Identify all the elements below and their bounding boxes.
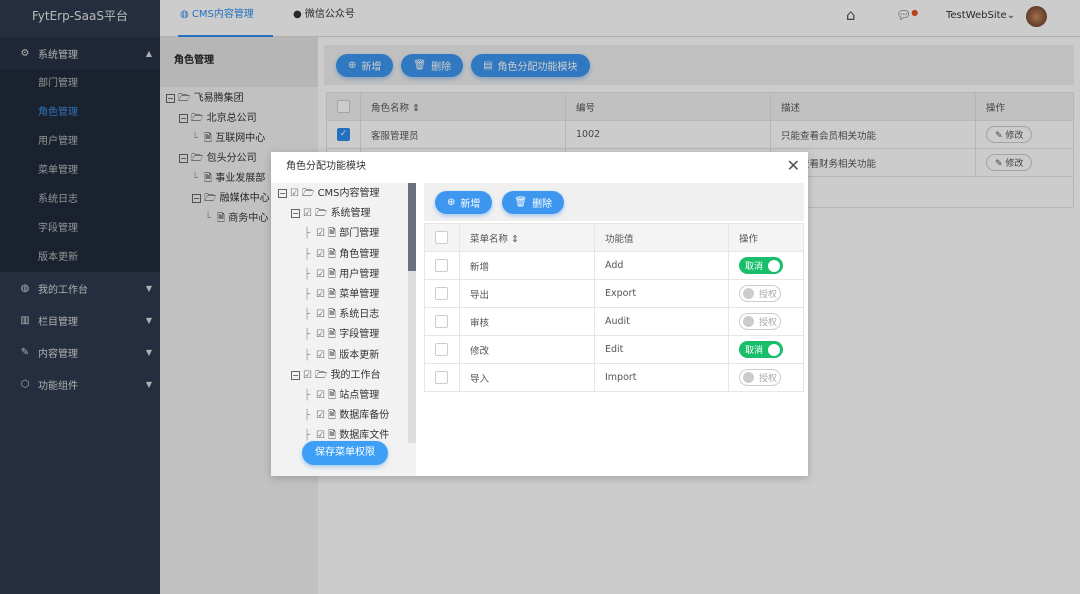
save-permissions-button[interactable]: 保存菜单权限 bbox=[302, 441, 388, 465]
folder-icon: 🗁︎ bbox=[302, 188, 314, 199]
scrollbar-thumb[interactable] bbox=[408, 183, 416, 271]
permission-toggle[interactable]: 取消 bbox=[739, 257, 783, 274]
tree-node[interactable]: ├☑🗎︎ 数据库备份 bbox=[278, 406, 416, 426]
file-icon: 🗎︎ bbox=[328, 410, 336, 421]
file-icon: 🗎︎ bbox=[328, 329, 336, 340]
permission-toggle[interactable]: 授权 bbox=[739, 369, 781, 386]
add-function-button[interactable]: ⊕新增 bbox=[435, 191, 492, 214]
assign-modules-modal: 角色分配功能模块 ✕ −☑🗁︎ CMS内容管理−☑🗁︎ 系统管理├☑🗎︎ 部门管… bbox=[271, 152, 808, 476]
checkbox-checked-icon[interactable]: ☑ bbox=[303, 370, 312, 381]
tree-node[interactable]: −☑🗁︎ 系统管理 bbox=[278, 204, 416, 224]
checkbox-checked-icon[interactable]: ☑ bbox=[316, 350, 325, 361]
checkbox-checked-icon[interactable]: ☑ bbox=[316, 410, 325, 421]
collapse-icon[interactable]: − bbox=[278, 189, 287, 198]
tree-node[interactable]: ├☑🗎︎ 部门管理 bbox=[278, 224, 416, 244]
tree-node[interactable]: −☑🗁︎ 我的工作台 bbox=[278, 366, 416, 386]
tree-node[interactable]: ├☑🗎︎ 系统日志 bbox=[278, 305, 416, 325]
file-icon: 🗎︎ bbox=[328, 390, 336, 401]
table-row[interactable]: 修改Edit取消 bbox=[425, 336, 804, 364]
checkbox-checked-icon[interactable]: ☑ bbox=[303, 208, 312, 219]
delete-function-button[interactable]: 🗑︎删除 bbox=[502, 191, 564, 214]
tree-node[interactable]: ├☑🗎︎ 用户管理 bbox=[278, 265, 416, 285]
checkbox-checked-icon[interactable]: ☑ bbox=[316, 390, 325, 401]
column-header[interactable]: 菜单名称 ⇕ bbox=[460, 224, 595, 252]
tree-node[interactable]: −☑🗁︎ CMS内容管理 bbox=[278, 184, 416, 204]
column-header: 操作 bbox=[729, 224, 804, 252]
row-checkbox[interactable] bbox=[435, 343, 448, 356]
sort-icon: ⇕ bbox=[511, 234, 519, 245]
file-icon: 🗎︎ bbox=[328, 289, 336, 300]
checkbox-checked-icon[interactable]: ☑ bbox=[316, 309, 325, 320]
folder-icon: 🗁︎ bbox=[315, 370, 327, 381]
menu-tree: −☑🗁︎ CMS内容管理−☑🗁︎ 系统管理├☑🗎︎ 部门管理├☑🗎︎ 角色管理├… bbox=[271, 183, 416, 476]
tree-node[interactable]: ├☑🗎︎ 字段管理 bbox=[278, 325, 416, 345]
checkbox-checked-icon[interactable]: ☑ bbox=[316, 249, 325, 260]
checkbox-checked-icon[interactable]: ☑ bbox=[290, 188, 299, 199]
checkbox-checked-icon[interactable]: ☑ bbox=[316, 228, 325, 239]
file-icon: 🗎︎ bbox=[328, 309, 336, 320]
tree-node[interactable]: ├☑🗎︎ 版本更新 bbox=[278, 346, 416, 366]
file-icon: 🗎︎ bbox=[328, 228, 336, 239]
tree-node[interactable]: ├☑🗎︎ 角色管理 bbox=[278, 245, 416, 265]
row-checkbox[interactable] bbox=[435, 371, 448, 384]
plus-circle-icon: ⊕ bbox=[447, 197, 455, 208]
row-checkbox[interactable] bbox=[435, 287, 448, 300]
permission-toggle[interactable]: 取消 bbox=[739, 341, 783, 358]
trash-icon: 🗑︎ bbox=[514, 197, 527, 208]
permission-toggle[interactable]: 授权 bbox=[739, 313, 781, 330]
select-all-checkbox[interactable] bbox=[435, 231, 448, 244]
checkbox-checked-icon[interactable]: ☑ bbox=[316, 329, 325, 340]
file-icon: 🗎︎ bbox=[328, 269, 336, 280]
collapse-icon[interactable]: − bbox=[291, 371, 300, 380]
file-icon: 🗎︎ bbox=[328, 249, 336, 260]
checkbox-checked-icon[interactable]: ☑ bbox=[316, 289, 325, 300]
table-row[interactable]: 导出Export授权 bbox=[425, 280, 804, 308]
file-icon: 🗎︎ bbox=[328, 430, 336, 441]
checkbox-checked-icon[interactable]: ☑ bbox=[316, 430, 325, 441]
folder-icon: 🗁︎ bbox=[315, 208, 327, 219]
tree-node[interactable]: ├☑🗎︎ 菜单管理 bbox=[278, 285, 416, 305]
row-checkbox[interactable] bbox=[435, 259, 448, 272]
close-icon[interactable]: ✕ bbox=[787, 156, 800, 175]
table-row[interactable]: 审核Audit授权 bbox=[425, 308, 804, 336]
modal-title: 角色分配功能模块 bbox=[271, 152, 808, 182]
column-header: 功能值 bbox=[595, 224, 729, 252]
checkbox-checked-icon[interactable]: ☑ bbox=[316, 269, 325, 280]
file-icon: 🗎︎ bbox=[328, 350, 336, 361]
functions-table: 菜单名称 ⇕ 功能值 操作 新增Add取消导出Export授权审核Audit授权… bbox=[424, 223, 804, 392]
table-row[interactable]: 新增Add取消 bbox=[425, 252, 804, 280]
collapse-icon[interactable]: − bbox=[291, 209, 300, 218]
table-row[interactable]: 导入Import授权 bbox=[425, 364, 804, 392]
tree-node[interactable]: ├☑🗎︎ 站点管理 bbox=[278, 386, 416, 406]
row-checkbox[interactable] bbox=[435, 315, 448, 328]
permission-toggle[interactable]: 授权 bbox=[739, 285, 781, 302]
